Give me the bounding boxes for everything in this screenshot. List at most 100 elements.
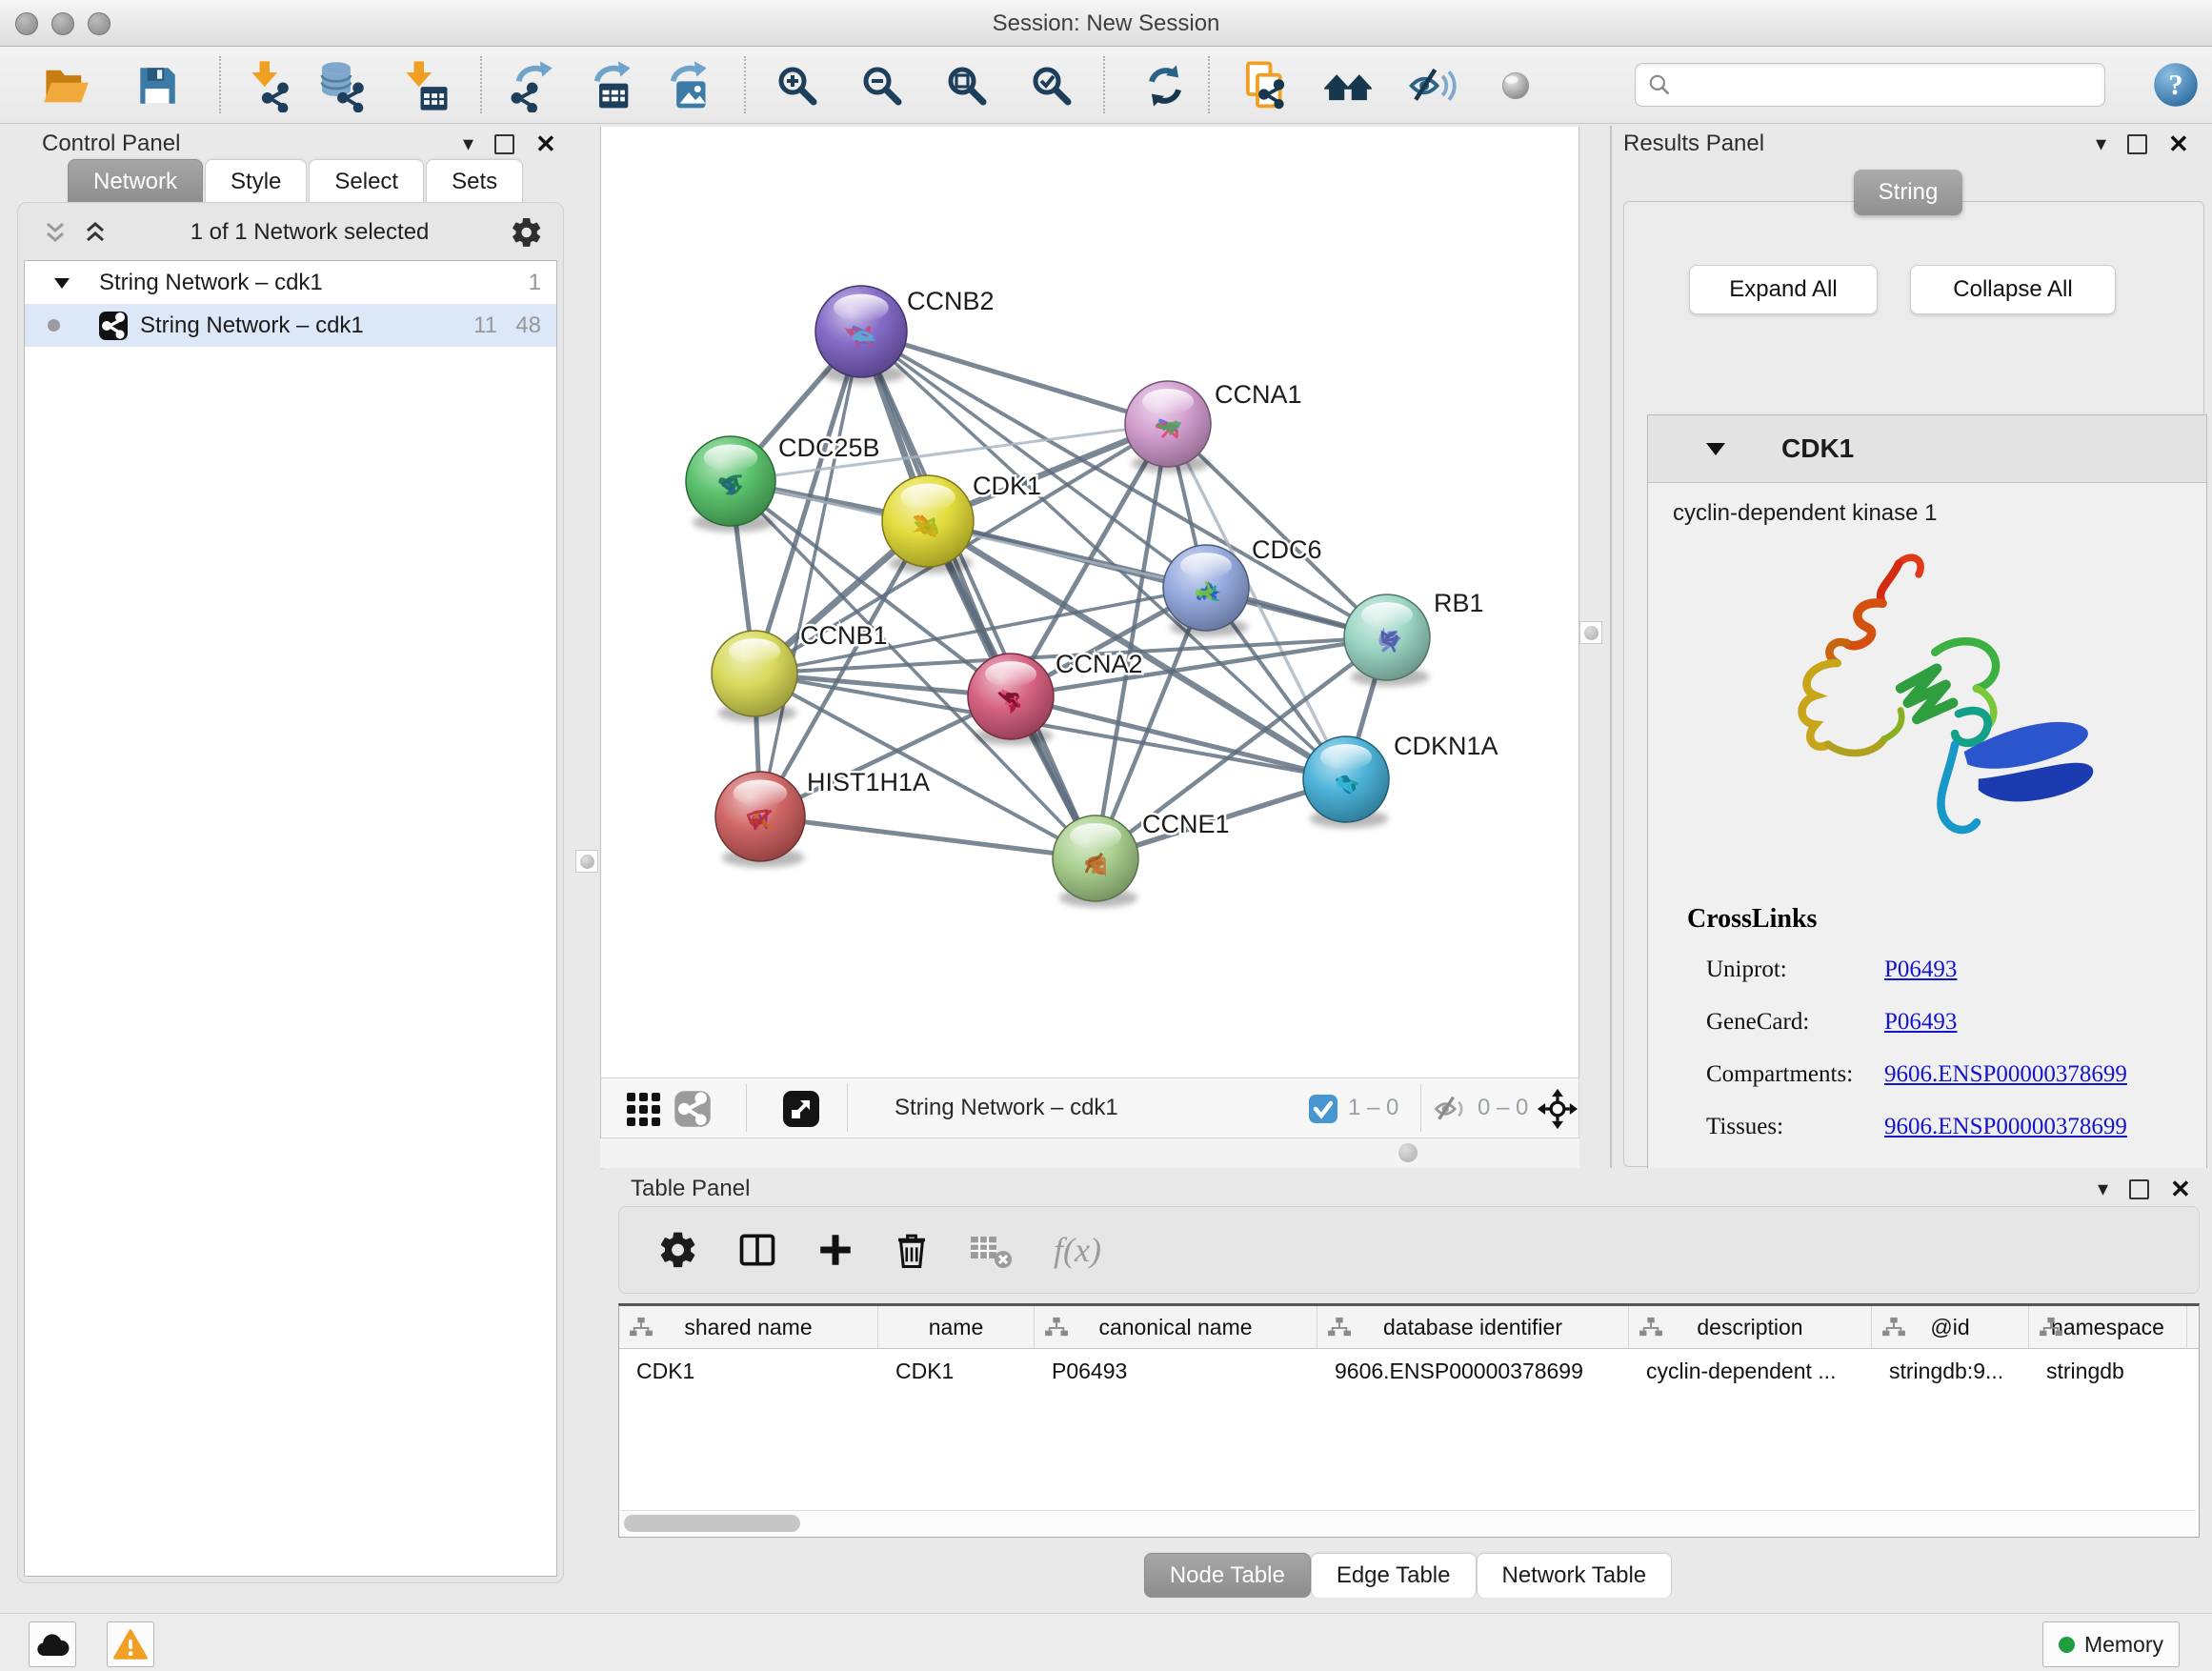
tab-edge-table[interactable]: Edge Table	[1311, 1553, 1477, 1598]
cloud-button[interactable]	[29, 1621, 76, 1667]
panel-float-icon[interactable]	[494, 134, 514, 154]
network-row-label: String Network – cdk1	[140, 312, 364, 339]
column-header-shared-name[interactable]: shared name	[619, 1306, 878, 1348]
crosslink-row: Tissues:9606.ENSP00000378699	[1706, 1114, 2182, 1146]
panel-float-icon[interactable]	[2127, 134, 2147, 154]
hide-selected-icon[interactable]	[1400, 58, 1463, 113]
export-image-icon[interactable]	[657, 58, 720, 113]
right-splitter-handle[interactable]	[1579, 621, 1602, 644]
tab-sets[interactable]: Sets	[426, 159, 523, 204]
edge-CCNB2-CCNA1[interactable]	[861, 332, 1168, 424]
search-field[interactable]	[1635, 63, 2105, 107]
network-collection-row[interactable]: String Network – cdk11	[25, 261, 556, 304]
network-row[interactable]: String Network – cdk11148	[25, 304, 556, 347]
node-RB1[interactable]: RB1	[1344, 589, 1484, 686]
zoom-out-icon[interactable]	[851, 58, 914, 113]
node-description: cyclin-dependent kinase 1	[1673, 500, 1938, 527]
hidden-eye-slash-icon[interactable]	[1432, 1092, 1470, 1126]
network-graph[interactable]: CCNB2CCNA1CDC25BCDK1CDC6RB1CCNB1CCNA2CDK…	[601, 127, 1580, 1077]
network-from-selection-icon[interactable]	[1235, 58, 1297, 113]
split-columns-icon[interactable]	[735, 1229, 779, 1271]
crosslink-link[interactable]: 9606.ENSP00000378699	[1884, 1114, 2127, 1140]
left-splitter-handle[interactable]	[575, 850, 598, 873]
network-options-gear-icon[interactable]	[510, 215, 544, 250]
import-network-file-icon[interactable]	[238, 58, 301, 113]
expander-triangle-icon[interactable]	[53, 276, 70, 290]
open-file-icon[interactable]	[34, 58, 97, 113]
node-CCNB2[interactable]: CCNB2	[815, 286, 995, 384]
expand-all-button[interactable]: Expand All	[1689, 265, 1878, 314]
tab-node-table[interactable]: Node Table	[1144, 1553, 1311, 1598]
tab-network-table[interactable]: Network Table	[1477, 1553, 1673, 1598]
panel-collapse-icon[interactable]: ▾	[463, 133, 473, 154]
toolbar-separator	[744, 56, 746, 113]
panel-close-icon[interactable]: ✕	[535, 131, 556, 156]
column-header--id[interactable]: @id	[1872, 1306, 2029, 1348]
help-button[interactable]: ?	[2151, 60, 2201, 110]
zoom-fit-icon[interactable]	[935, 58, 998, 113]
table-horizontal-scrollbar[interactable]	[620, 1510, 2196, 1536]
table-cell: CDK1	[878, 1349, 1035, 1393]
import-table-file-icon[interactable]	[392, 58, 455, 113]
node-label-HIST1H1A: HIST1H1A	[807, 768, 930, 796]
panel-close-icon[interactable]: ✕	[2170, 1177, 2191, 1201]
home-view-icon[interactable]	[1317, 58, 1379, 113]
delete-table-icon[interactable]	[968, 1229, 1014, 1271]
column-header-canonical-name[interactable]: canonical name	[1035, 1306, 1317, 1348]
column-header-database-identifier[interactable]: database identifier	[1317, 1306, 1629, 1348]
fit-selection-crosshair-icon[interactable]	[1537, 1088, 1579, 1130]
zoom-selected-icon[interactable]	[1020, 58, 1083, 113]
node-CDK1[interactable]: CDK1	[882, 472, 1041, 574]
horizontal-splitter[interactable]	[600, 1138, 1579, 1169]
export-table-icon[interactable]	[581, 58, 644, 113]
zoom-in-icon[interactable]	[766, 58, 829, 113]
panel-collapse-icon[interactable]: ▾	[2098, 1178, 2108, 1199]
panel-close-icon[interactable]: ✕	[2168, 131, 2189, 156]
show-all-icon[interactable]	[1484, 58, 1547, 113]
tab-select[interactable]: Select	[309, 159, 424, 204]
column-header-namespace[interactable]: namespace	[2029, 1306, 2187, 1348]
add-column-icon[interactable]	[815, 1230, 855, 1270]
crosslink-link[interactable]: P06493	[1884, 956, 1957, 983]
tab-string[interactable]: String	[1854, 170, 1962, 215]
tab-style[interactable]: Style	[205, 159, 307, 204]
table-row[interactable]: CDK1CDK1P064939606.ENSP00000378699cyclin…	[619, 1349, 2199, 1393]
search-input[interactable]	[1679, 71, 2093, 98]
node-HIST1H1A[interactable]: HIST1H1A	[715, 768, 930, 868]
count-badge: 48	[497, 312, 541, 339]
scrollbar-thumb[interactable]	[624, 1515, 800, 1532]
memory-button[interactable]: Memory	[2042, 1621, 2180, 1667]
node-CCNA1[interactable]: CCNA1	[1125, 380, 1302, 473]
birdseye-grid-icon[interactable]	[624, 1090, 662, 1128]
save-session-icon[interactable]	[126, 58, 189, 113]
edge-CCNB2-HIST1H1A[interactable]	[760, 332, 861, 816]
node-label-RB1: RB1	[1434, 589, 1484, 617]
crosslink-link[interactable]: 9606.ENSP00000378699	[1884, 1061, 2127, 1088]
warnings-button[interactable]	[107, 1621, 154, 1667]
node-CDKN1A[interactable]: CDKN1A	[1303, 732, 1498, 828]
expand-all-networks-icon[interactable]	[81, 217, 110, 248]
column-header-name[interactable]: name	[878, 1306, 1035, 1348]
collapse-all-button[interactable]: Collapse All	[1910, 265, 2116, 314]
column-header-description[interactable]: description	[1629, 1306, 1872, 1348]
panel-collapse-icon[interactable]: ▾	[2096, 133, 2106, 154]
splitter-handle[interactable]	[1398, 1143, 1418, 1162]
delete-column-icon[interactable]	[892, 1228, 932, 1272]
tab-network[interactable]: Network	[68, 159, 203, 204]
crosslink-link[interactable]: P06493	[1884, 1009, 1957, 1036]
export-view-icon[interactable]	[782, 1090, 820, 1128]
table-settings-icon[interactable]	[657, 1229, 699, 1271]
section-expander-icon[interactable]	[1705, 441, 1726, 456]
export-network-icon[interactable]	[503, 58, 566, 113]
function-builder-icon[interactable]: f(x)	[1050, 1227, 1113, 1273]
selected-checkbox-icon[interactable]	[1308, 1094, 1338, 1124]
import-network-database-icon[interactable]	[312, 58, 375, 113]
collapse-all-networks-icon[interactable]	[41, 217, 70, 248]
network-canvas[interactable]: CCNB2CCNA1CDC25BCDK1CDC6RB1CCNB1CCNA2CDK…	[600, 127, 1579, 1077]
edge-CCNE1-HIST1H1A[interactable]	[760, 816, 1096, 858]
apply-layout-icon[interactable]	[1134, 58, 1196, 113]
node-section-header[interactable]: CDK1	[1648, 415, 2206, 483]
panel-float-icon[interactable]	[2129, 1179, 2149, 1199]
network-badge-icon[interactable]	[674, 1090, 712, 1128]
node-CDC25B[interactable]: CDC25B	[686, 433, 880, 533]
